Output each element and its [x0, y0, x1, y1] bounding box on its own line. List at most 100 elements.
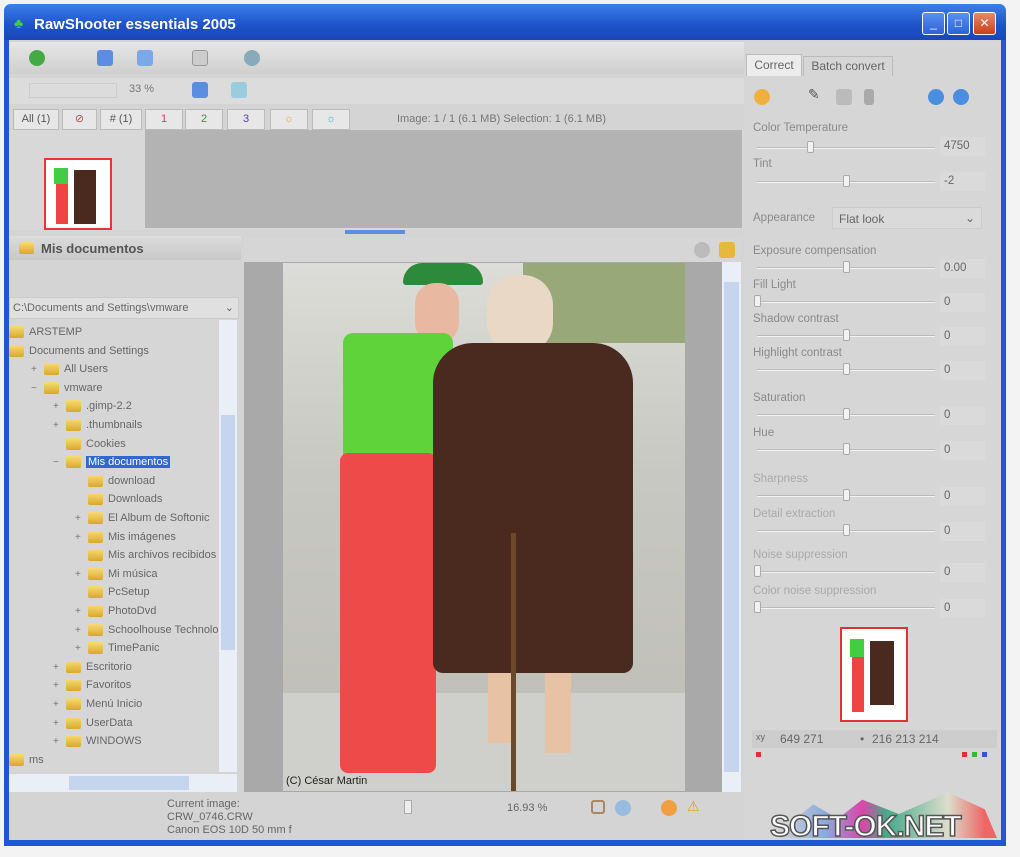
- auto-icon[interactable]: [754, 89, 770, 105]
- tree-item[interactable]: − vmware: [31, 379, 103, 397]
- expander-icon[interactable]: +: [75, 640, 84, 658]
- slider-value[interactable]: 0: [940, 293, 985, 312]
- adjustment-slider[interactable]: [754, 601, 935, 613]
- sort-icon[interactable]: [192, 82, 208, 98]
- refresh-icon[interactable]: [231, 82, 247, 98]
- hscroll-thumb[interactable]: [69, 776, 189, 790]
- slider-value[interactable]: 0: [940, 361, 985, 380]
- tree-item[interactable]: − Mis documentos: [53, 453, 171, 472]
- slider-thumb[interactable]: [843, 489, 850, 501]
- tree-item[interactable]: + UserData: [53, 714, 132, 732]
- slider-value[interactable]: 0: [940, 599, 985, 618]
- zoom-value[interactable]: 33 %: [129, 83, 154, 95]
- slider-thumb[interactable]: [843, 261, 850, 273]
- adjustment-slider[interactable]: [757, 489, 935, 501]
- tree-item[interactable]: + Favoritos: [53, 676, 131, 694]
- eyedropper-icon[interactable]: ✎: [808, 86, 820, 103]
- filter-tab[interactable]: ⊘: [62, 109, 97, 130]
- viewer-zoom-slider[interactable]: [404, 800, 412, 814]
- tree-item[interactable]: download: [75, 472, 155, 490]
- adjustment-slider[interactable]: [754, 295, 935, 307]
- color-temperature-slider[interactable]: [757, 141, 935, 153]
- print-icon[interactable]: [192, 50, 208, 66]
- tab-correct[interactable]: Correct: [746, 54, 802, 76]
- tree-item[interactable]: + .gimp-2.2: [53, 397, 132, 415]
- expander-icon[interactable]: +: [53, 733, 62, 751]
- expander-icon[interactable]: +: [53, 659, 62, 677]
- scroll-thumb[interactable]: [221, 415, 235, 650]
- filter-tab[interactable]: All (1): [13, 109, 59, 130]
- preset-icon[interactable]: [864, 89, 874, 105]
- slider-thumb[interactable]: [807, 141, 815, 153]
- slider-thumb[interactable]: [754, 295, 761, 307]
- slider-value[interactable]: 0: [940, 441, 985, 460]
- tree-item[interactable]: Documents and Settings: [9, 342, 149, 360]
- tree-item[interactable]: + Mis imágenes: [75, 528, 176, 546]
- expander-icon[interactable]: +: [31, 361, 40, 379]
- expander-icon[interactable]: −: [31, 380, 40, 398]
- filter-tab[interactable]: 1: [145, 109, 183, 130]
- slider-value[interactable]: 0: [940, 406, 985, 425]
- adjustment-slider[interactable]: [757, 329, 935, 341]
- tree-hscrollbar[interactable]: [9, 774, 237, 792]
- expander-icon[interactable]: +: [75, 622, 84, 640]
- zoom-icon[interactable]: [615, 800, 631, 816]
- slider-thumb[interactable]: [843, 363, 850, 375]
- expander-icon[interactable]: −: [53, 454, 62, 472]
- maximize-button[interactable]: □: [947, 12, 970, 35]
- color-temperature-value[interactable]: 4750: [940, 137, 985, 156]
- tree-vscrollbar[interactable]: [219, 320, 237, 772]
- slider-thumb[interactable]: [754, 565, 761, 577]
- redo-icon[interactable]: [953, 89, 969, 105]
- tree-item[interactable]: + Menú Inicio: [53, 695, 142, 713]
- wb-icon[interactable]: [836, 89, 852, 105]
- zoom-slider[interactable]: [29, 83, 117, 98]
- filter-tab[interactable]: 2: [185, 109, 223, 130]
- adjustment-slider[interactable]: [757, 408, 935, 420]
- tree-item[interactable]: + El Album de Softonic: [75, 509, 210, 527]
- slider-thumb[interactable]: [843, 408, 850, 420]
- expander-icon[interactable]: +: [53, 398, 62, 416]
- tree-item[interactable]: PcSetup: [75, 583, 150, 601]
- tree-item[interactable]: + WINDOWS: [53, 732, 142, 750]
- tree-item[interactable]: + Escritorio: [53, 658, 132, 676]
- splitter-handle[interactable]: [345, 230, 405, 234]
- tree-item[interactable]: ARSTEMP: [9, 323, 82, 341]
- tree-item[interactable]: + All Users: [31, 360, 108, 378]
- tint-value[interactable]: -2: [940, 172, 985, 191]
- layout-icon[interactable]: [97, 50, 113, 66]
- tree-item[interactable]: Cookies: [53, 435, 126, 453]
- filter-tab[interactable]: ☼: [312, 109, 350, 130]
- fit-icon[interactable]: [591, 800, 605, 814]
- tree-item[interactable]: + Schoolhouse Technolo: [75, 621, 219, 639]
- tree-item[interactable]: ms: [9, 751, 44, 769]
- slider-value[interactable]: 0: [940, 522, 985, 541]
- slider-value[interactable]: 0.00: [940, 259, 985, 278]
- film-thumbnail[interactable]: [44, 158, 112, 230]
- expander-icon[interactable]: +: [53, 696, 62, 714]
- tree-item[interactable]: Downloads: [75, 490, 162, 508]
- slider-thumb[interactable]: [843, 443, 850, 455]
- warning-icon[interactable]: ⚠: [687, 798, 700, 815]
- viewer-scroll-thumb[interactable]: [724, 282, 739, 772]
- filter-tab[interactable]: 3: [227, 109, 265, 130]
- viewer-vscrollbar[interactable]: [722, 262, 741, 792]
- filter-tab[interactable]: ☼: [270, 109, 308, 130]
- slider-value[interactable]: 0: [940, 487, 985, 506]
- highlight-warning-icon[interactable]: [661, 800, 677, 816]
- navigator-thumbnail[interactable]: [840, 627, 908, 722]
- expander-icon[interactable]: +: [53, 417, 62, 435]
- tab-batch-convert[interactable]: Batch convert: [803, 56, 893, 76]
- expander-icon[interactable]: +: [75, 529, 84, 547]
- path-combo[interactable]: C:\Documents and Settings\vmware ⌄: [9, 297, 239, 319]
- folder-open-icon[interactable]: [719, 242, 735, 258]
- adjustment-slider[interactable]: [757, 443, 935, 455]
- tree-item[interactable]: + .thumbnails: [53, 416, 142, 434]
- appearance-select[interactable]: Flat look ⌄: [832, 207, 982, 229]
- expander-icon[interactable]: +: [75, 510, 84, 528]
- tree-item[interactable]: + Mi música: [75, 565, 158, 583]
- slider-thumb[interactable]: [843, 524, 850, 536]
- slider-value[interactable]: 0: [940, 563, 985, 582]
- settings-icon[interactable]: [694, 242, 710, 258]
- tint-slider[interactable]: [757, 175, 935, 187]
